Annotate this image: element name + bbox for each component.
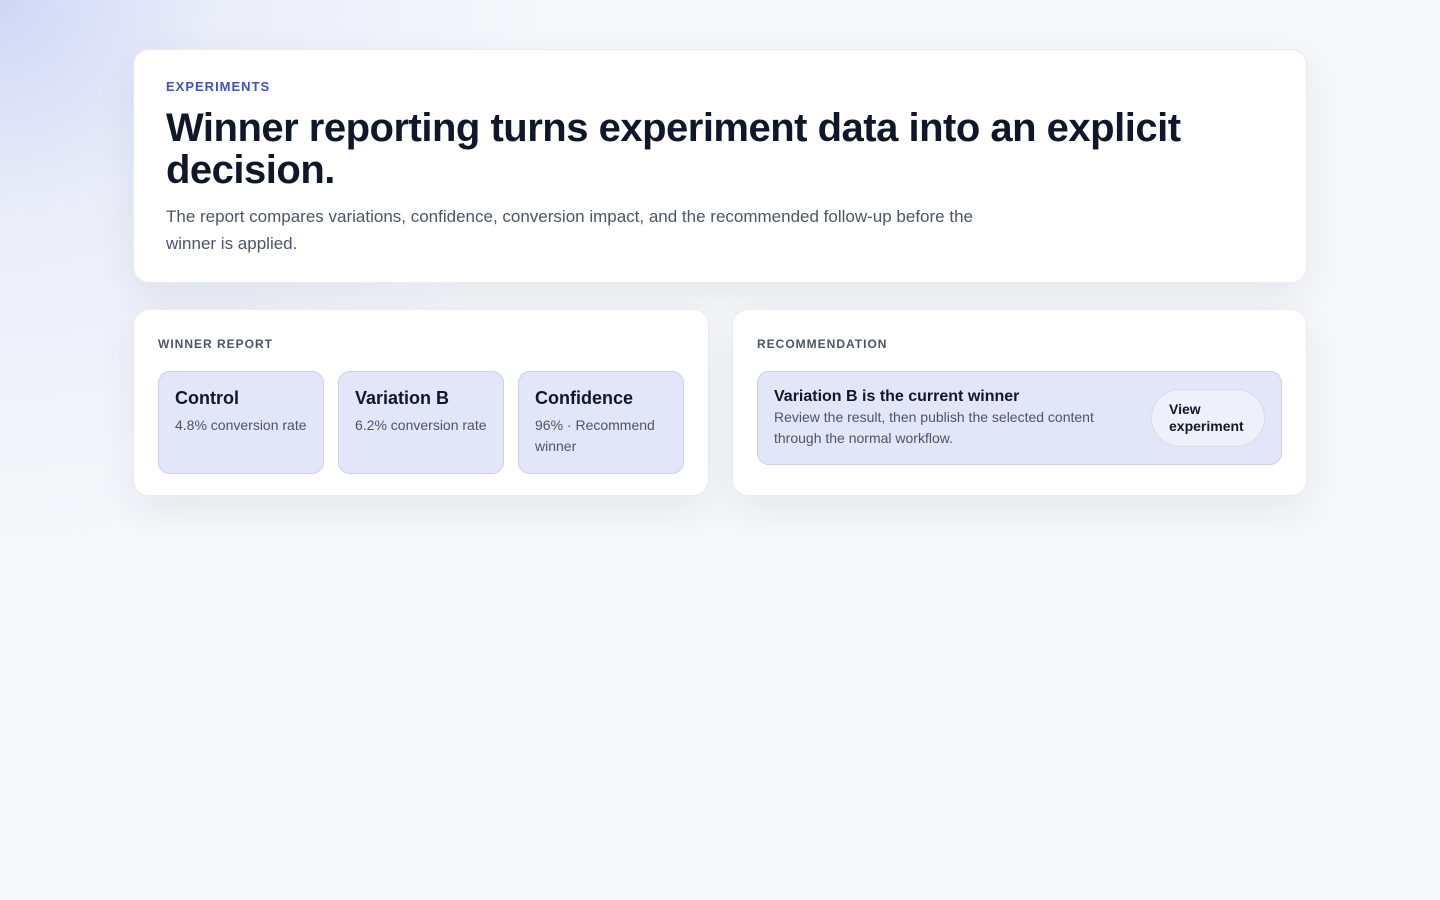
- metric-title: Control: [175, 388, 239, 408]
- hero-panel: EXPERIMENTS Winner reporting turns exper…: [133, 49, 1307, 283]
- page-description: The report compares variations, confiden…: [166, 207, 973, 253]
- metric-tile-control: Control 4.8% conversion rate: [158, 371, 324, 474]
- winner-report-card: WINNER REPORT Control 4.8% conversion ra…: [133, 309, 709, 496]
- metric-title: Confidence: [535, 388, 634, 408]
- metric-list: Control 4.8% conversion rate Variation B…: [158, 371, 684, 474]
- page-title: Winner reporting turns experiment data i…: [166, 106, 1181, 192]
- metric-value: 6.2% conversion rate: [355, 417, 487, 433]
- metric-tile-confidence: Confidence 96% · Recommend winner: [518, 371, 684, 474]
- winner-report-label: WINNER REPORT: [158, 337, 273, 351]
- section-eyebrow: EXPERIMENTS: [166, 79, 271, 94]
- metric-title: Variation B: [355, 388, 450, 408]
- recommendation-banner: Variation B is the current winner Review…: [757, 371, 1282, 465]
- recommendation-label: RECOMMENDATION: [757, 337, 888, 351]
- recommendation-card: RECOMMENDATION Variation B is the curren…: [732, 309, 1307, 496]
- metric-tile-variation-b: Variation B 6.2% conversion rate: [338, 371, 504, 474]
- metric-value: 96% · Recommend winner: [535, 417, 655, 454]
- view-experiment-button[interactable]: View experiment: [1151, 389, 1265, 447]
- metric-value: 4.8% conversion rate: [175, 417, 307, 433]
- recommendation-text: Review the result, then publish the sele…: [774, 409, 1094, 446]
